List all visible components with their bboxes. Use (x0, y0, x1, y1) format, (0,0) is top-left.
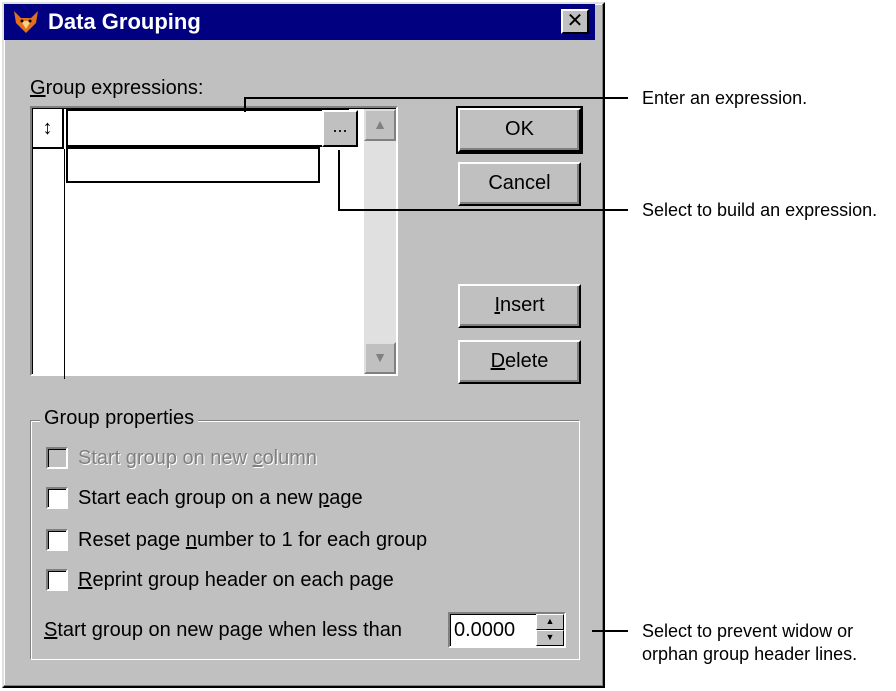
delete-button[interactable]: Delete (458, 340, 581, 384)
reset-page-number-label[interactable]: Reset page number to 1 for each group (78, 528, 427, 552)
reprint-group-header-label[interactable]: Reprint group header on each page (78, 568, 394, 592)
group-expressions-grid[interactable]: ↕ ... ▲ ▼ (30, 106, 398, 379)
start-each-group-new-page-checkbox[interactable] (46, 487, 68, 509)
expression-builder-button[interactable]: ... (322, 110, 358, 147)
start-each-group-new-page-label[interactable]: Start each group on a new page (78, 486, 363, 510)
callout-expression-text: Enter an expression. (642, 88, 808, 108)
expression-input-next-row[interactable] (66, 147, 320, 183)
callout-leader-expression-vertical (244, 98, 246, 112)
group-expressions-label: Group expressions: (30, 77, 204, 99)
insert-button[interactable]: Insert (458, 284, 581, 328)
expression-input[interactable] (66, 109, 349, 147)
spin-down-arrow-icon[interactable]: ▼ (536, 630, 564, 646)
group-properties-legend: Group properties (40, 406, 199, 430)
fox-app-icon (14, 11, 38, 33)
row-move-handle-icon[interactable]: ↕ (33, 109, 64, 149)
callout-leader-widow (592, 630, 628, 632)
spin-up-arrow-icon[interactable]: ▲ (536, 614, 564, 630)
callout-builder-text: Select to build an expression. (642, 200, 878, 220)
title-bar[interactable]: Data Grouping ✕ (4, 4, 595, 40)
start-on-new-column-checkbox (46, 447, 68, 469)
window-title: Data Grouping (48, 9, 201, 34)
new-page-threshold-label: Start group on new page when less than (44, 619, 403, 641)
ok-button[interactable]: OK (456, 106, 583, 154)
callout-widow-text-line2: orphan group header lines. (642, 644, 858, 664)
scroll-down-arrow-icon[interactable]: ▼ (364, 342, 396, 374)
callout-leader-builder-vertical (338, 150, 340, 211)
callout-leader-expression (244, 97, 628, 99)
callout-widow-text-line1: Select to prevent widow or (642, 621, 854, 641)
vertical-scrollbar[interactable]: ▲ ▼ (364, 109, 396, 374)
cancel-button[interactable]: Cancel (458, 162, 581, 206)
callout-leader-builder (338, 209, 628, 211)
reset-page-number-checkbox[interactable] (46, 529, 68, 551)
start-on-new-column-label: Start group on new column (78, 447, 318, 469)
close-button[interactable]: ✕ (561, 9, 589, 34)
reprint-group-header-checkbox[interactable] (46, 569, 68, 591)
scroll-up-arrow-icon[interactable]: ▲ (364, 109, 396, 141)
new-page-threshold-spinner[interactable]: 0.0000 ▲ ▼ (448, 612, 566, 648)
new-page-threshold-value[interactable]: 0.0000 (454, 618, 515, 642)
